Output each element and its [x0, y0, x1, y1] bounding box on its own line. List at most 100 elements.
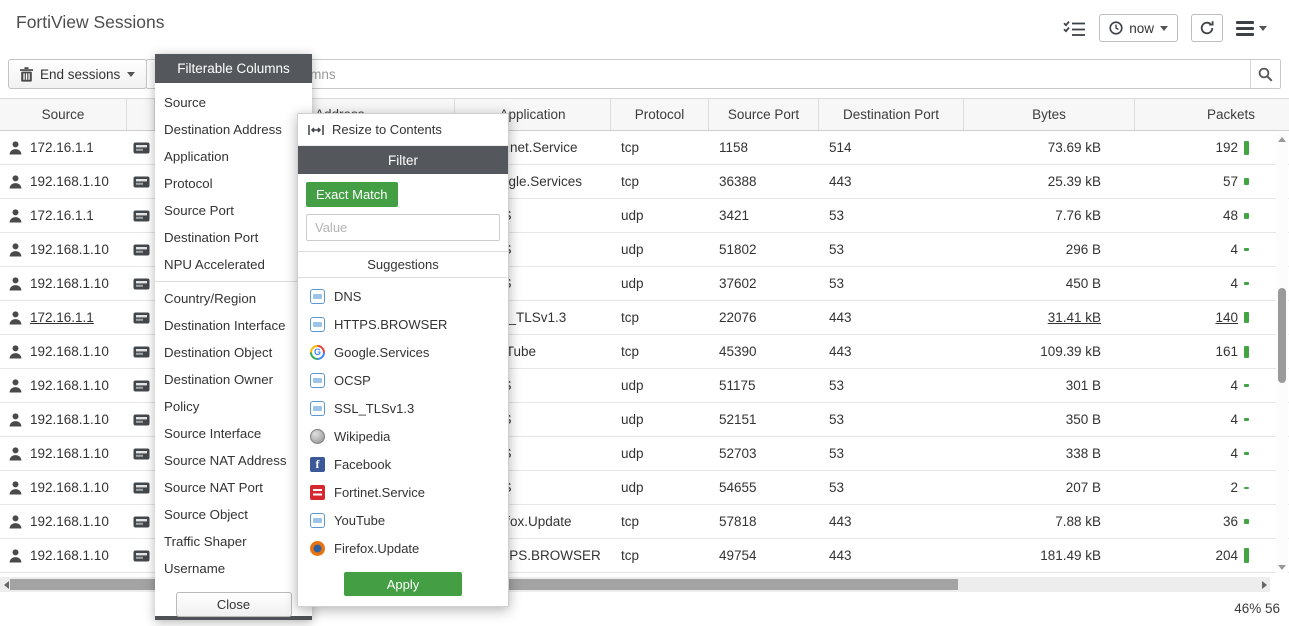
user-icon: [9, 447, 22, 461]
source-ip[interactable]: 192.168.1.10: [30, 412, 109, 427]
source-ip[interactable]: 192.168.1.10: [30, 276, 109, 291]
packets-value[interactable]: 4: [1230, 378, 1238, 393]
packets-value[interactable]: 48: [1223, 208, 1238, 223]
vertical-scroll-thumb[interactable]: [1278, 288, 1286, 383]
source-ip[interactable]: 192.168.1.10: [30, 344, 109, 359]
column-menu-item[interactable]: Country/Region: [155, 285, 312, 312]
suggestion-item[interactable]: HTTPS.BROWSER: [298, 310, 508, 338]
scroll-up-arrow[interactable]: [1276, 133, 1288, 145]
bytes-value[interactable]: 109.39 kB: [1040, 344, 1101, 359]
bytes-value[interactable]: 207 B: [1066, 480, 1101, 495]
source-ip[interactable]: 192.168.1.10: [30, 480, 109, 495]
bytes-value[interactable]: 181.49 kB: [1040, 548, 1101, 563]
time-range-button[interactable]: now: [1099, 14, 1178, 42]
source-ip[interactable]: 172.16.1.1: [30, 208, 94, 223]
source-ip[interactable]: 192.168.1.10: [30, 174, 109, 189]
bytes-value[interactable]: 7.88 kB: [1055, 514, 1101, 529]
packets-value[interactable]: 4: [1230, 412, 1238, 427]
column-header-packets[interactable]: Packets: [1135, 99, 1289, 130]
column-menu-item[interactable]: Traffic Shaper: [155, 528, 312, 555]
suggestion-item[interactable]: Wikipedia: [298, 422, 508, 450]
scroll-right-arrow[interactable]: [1258, 577, 1270, 592]
bytes-value[interactable]: 450 B: [1066, 276, 1101, 291]
source-ip[interactable]: 172.16.1.1: [30, 310, 94, 325]
suggestion-label: Wikipedia: [334, 429, 390, 444]
suggestion-item[interactable]: SSL_TLSv1.3: [298, 394, 508, 422]
packets-bar: [1244, 487, 1249, 489]
column-menu-item[interactable]: Source Port: [155, 197, 312, 224]
source-ip[interactable]: 192.168.1.10: [30, 446, 109, 461]
bytes-value[interactable]: 7.76 kB: [1055, 208, 1101, 223]
suggestion-label: SSL_TLSv1.3: [334, 401, 414, 416]
column-menu-item[interactable]: Destination Port: [155, 224, 312, 251]
source-port: 3421: [709, 199, 819, 232]
column-menu-item[interactable]: Source NAT Address: [155, 447, 312, 474]
bytes-value[interactable]: 301 B: [1066, 378, 1101, 393]
filterable-columns-menu: Filterable Columns Source Destination Ad…: [155, 54, 312, 620]
column-menu-item[interactable]: Policy: [155, 393, 312, 420]
source-ip[interactable]: 192.168.1.10: [30, 514, 109, 529]
column-menu-item[interactable]: Source: [155, 89, 312, 116]
suggestion-item[interactable]: Facebook: [298, 450, 508, 478]
column-menu-item[interactable]: Username: [155, 555, 312, 582]
packets-value[interactable]: 2: [1230, 480, 1238, 495]
suggestion-item[interactable]: YouTube: [298, 506, 508, 534]
packets-value[interactable]: 4: [1230, 276, 1238, 291]
column-menu-item[interactable]: Destination Owner: [155, 366, 312, 393]
packets-value[interactable]: 57: [1223, 174, 1238, 189]
exact-match-button[interactable]: Exact Match: [306, 182, 398, 207]
suggestion-label: DNS: [334, 289, 361, 304]
source-ip[interactable]: 192.168.1.10: [30, 378, 109, 393]
bytes-value[interactable]: 73.69 kB: [1048, 140, 1101, 155]
column-header-source[interactable]: Source: [0, 99, 127, 130]
bytes-value[interactable]: 25.39 kB: [1048, 174, 1101, 189]
column-menu-item[interactable]: Application: [155, 143, 312, 170]
bytes-value[interactable]: 296 B: [1066, 242, 1101, 257]
column-menu-item[interactable]: Source NAT Port: [155, 474, 312, 501]
suggestion-item[interactable]: DNS: [298, 282, 508, 310]
column-header-protocol[interactable]: Protocol: [611, 99, 709, 130]
column-menu-item[interactable]: Destination Interface: [155, 312, 312, 339]
filter-value-input[interactable]: [306, 214, 500, 241]
vertical-scrollbar[interactable]: [1276, 133, 1288, 573]
column-menu-item[interactable]: Source Interface: [155, 420, 312, 447]
packets-value[interactable]: 36: [1223, 514, 1238, 529]
packets-value[interactable]: 161: [1215, 344, 1238, 359]
resize-to-contents[interactable]: Resize to Contents: [298, 114, 508, 146]
suggestion-item[interactable]: Fortinet.Service: [298, 478, 508, 506]
end-sessions-button[interactable]: End sessions: [8, 59, 147, 89]
suggestion-item[interactable]: Google.Services: [298, 338, 508, 366]
bytes-value[interactable]: 350 B: [1066, 412, 1101, 427]
suggestion-item[interactable]: Firefox.Update: [298, 534, 508, 562]
packets-value[interactable]: 204: [1215, 548, 1238, 563]
device-icon: [133, 244, 150, 256]
packets-value[interactable]: 4: [1230, 446, 1238, 461]
close-button[interactable]: Close: [176, 592, 292, 617]
packets-value[interactable]: 4: [1230, 242, 1238, 257]
packets-value[interactable]: 192: [1215, 140, 1238, 155]
suggestion-item[interactable]: OCSP: [298, 366, 508, 394]
column-menu-item[interactable]: Source Object: [155, 501, 312, 528]
bytes-value[interactable]: 31.41 kB: [1048, 310, 1101, 325]
column-menu-item[interactable]: NPU Accelerated: [155, 251, 312, 278]
column-header-bytes[interactable]: Bytes: [964, 99, 1135, 130]
packets-value[interactable]: 140: [1215, 310, 1238, 325]
scroll-down-arrow[interactable]: [1276, 561, 1288, 573]
column-header-source-port[interactable]: Source Port: [709, 99, 819, 130]
menu-button[interactable]: [1236, 21, 1267, 36]
source-ip[interactable]: 192.168.1.10: [30, 242, 109, 257]
page-title: FortiView Sessions: [16, 12, 165, 33]
column-menu-item[interactable]: Destination Object: [155, 339, 312, 366]
bytes-value[interactable]: 338 B: [1066, 446, 1101, 461]
app-icon: [310, 317, 325, 332]
column-menu-item[interactable]: Destination Address: [155, 116, 312, 143]
column-header-destination-port[interactable]: Destination Port: [819, 99, 964, 130]
search-button[interactable]: [1250, 60, 1280, 88]
search-input[interactable]: [147, 60, 1250, 88]
column-menu-item[interactable]: Protocol: [155, 170, 312, 197]
apply-button[interactable]: Apply: [344, 572, 462, 596]
refresh-button[interactable]: [1191, 14, 1223, 42]
source-ip[interactable]: 192.168.1.10: [30, 548, 109, 563]
column-settings-icon[interactable]: [1063, 20, 1086, 37]
source-ip[interactable]: 172.16.1.1: [30, 140, 94, 155]
